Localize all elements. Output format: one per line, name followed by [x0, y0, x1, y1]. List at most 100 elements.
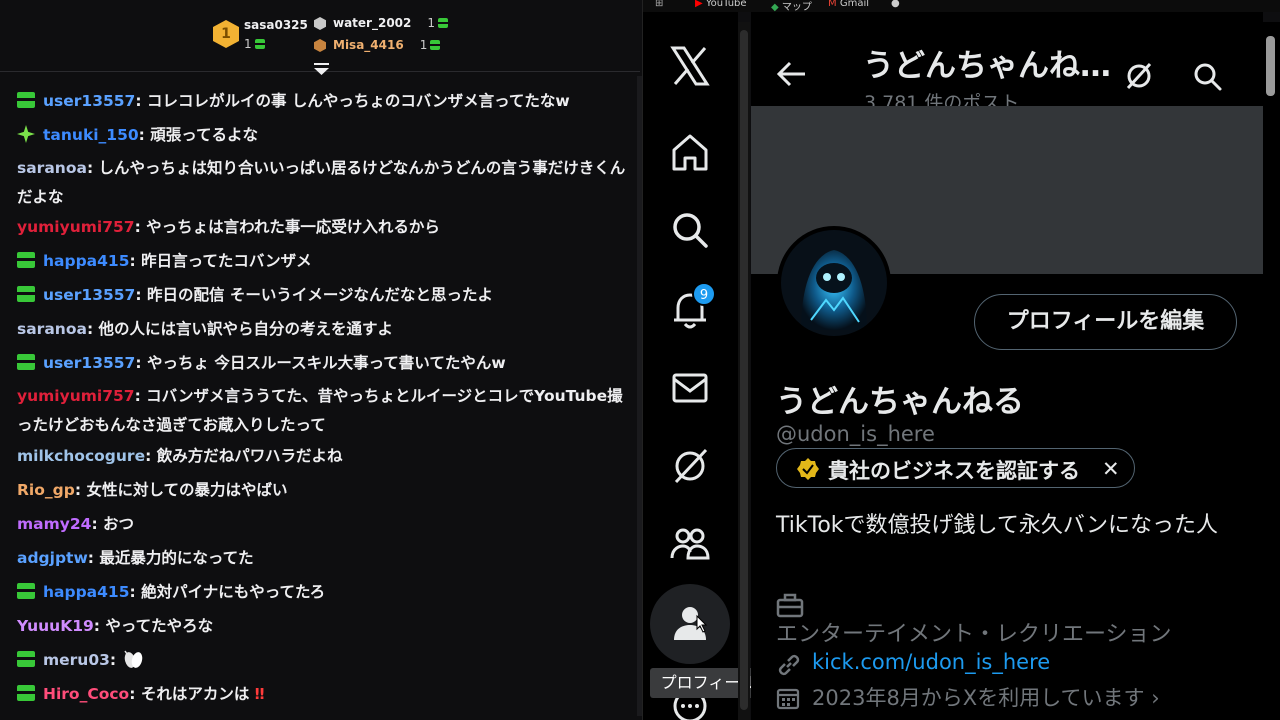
chat-username[interactable]: user13557: [43, 92, 135, 110]
leader-3-count: 1: [419, 38, 428, 52]
main-scrollbar-thumb[interactable]: [1266, 36, 1275, 96]
link-icon: [778, 654, 800, 676]
search-icon[interactable]: [1191, 60, 1223, 92]
joined-date: 2023年8月からXを利用しています ›: [812, 682, 1160, 712]
apps-grid-icon[interactable]: ⊞: [655, 0, 663, 9]
chat-username[interactable]: yumiyumi757: [17, 218, 135, 236]
chat-username[interactable]: user13557: [43, 286, 135, 304]
leader-3: Misa_4416 1: [333, 38, 441, 52]
grok-icon[interactable]: [668, 444, 712, 488]
chat-message: tanuki_150: 頑張ってるよな: [17, 118, 627, 152]
briefcase-icon: [776, 593, 804, 618]
leader-1-count: 1: [244, 37, 252, 51]
hooded-figure-avatar-image: [781, 230, 887, 336]
chat-username[interactable]: mamy24: [17, 515, 91, 533]
chat-text: それはアカンは: [140, 685, 250, 703]
nav-scrollbar-thumb[interactable]: [740, 30, 748, 710]
chat-username[interactable]: milkchocogure: [17, 447, 145, 465]
close-icon[interactable]: ✕: [1102, 457, 1120, 481]
bronze-medal-icon: [314, 39, 326, 52]
header-title: うどんちゃんね…: [863, 48, 1111, 84]
profile-handle: @udon_is_here: [776, 422, 935, 446]
chat-text: やってたやろな: [105, 617, 214, 635]
chat-message: YuuuK19: やってたやろな: [17, 617, 214, 635]
youtube-icon: ▶: [695, 0, 703, 9]
chat-message: Hiro_Coco: それはアカンは ‼: [17, 677, 627, 711]
chat-username[interactable]: YuuuK19: [17, 617, 94, 635]
gift-badge-icon: [17, 651, 35, 667]
joined-date-text: 2023年8月からXを利用しています: [812, 686, 1145, 710]
chat-message: happa415: 昨日言ってたコバンザメ: [17, 244, 627, 278]
nav-scrollbar[interactable]: [738, 22, 750, 720]
calendar-icon: [776, 688, 800, 710]
gift-badge-icon: [17, 92, 35, 108]
bookmarks-bar: ⊞ ▶ YouTube ◆ マップ M Gmail ●: [643, 0, 1280, 13]
chat-username[interactable]: user13557: [43, 354, 135, 372]
gmail-icon: M: [828, 0, 837, 9]
chat-scrollbar[interactable]: [637, 76, 642, 716]
chat-username[interactable]: saranoa: [17, 159, 87, 177]
chat-message: meru03:: [17, 643, 627, 677]
mail-icon[interactable]: [668, 366, 712, 410]
chat-text: 昨日言ってたコバンザメ: [141, 252, 312, 270]
chat-text: コレコレがルイの事 しんやっちょのコバンザメ言ってたなw: [146, 92, 570, 110]
leader-2-count: 1: [427, 16, 436, 30]
profile-icon[interactable]: [668, 602, 712, 646]
chevron-right-icon: ›: [1151, 686, 1160, 710]
profile-category: エンターテイメント・レクリエーション: [776, 622, 1172, 647]
search-icon[interactable]: [668, 208, 712, 252]
chat-message: happa415: 絶対パイナにもやってたろ: [17, 575, 627, 609]
chat-message: mamy24: おつ: [17, 515, 135, 533]
back-arrow-icon[interactable]: [776, 60, 808, 88]
chat-username[interactable]: meru03: [43, 651, 110, 669]
leader-1-count-wrap: 1: [244, 37, 265, 51]
chat-username[interactable]: adgjptw: [17, 549, 88, 567]
grok-icon[interactable]: [1123, 60, 1155, 92]
chat-text: やっちょ 今日スルースキル大事って書いてたやんw: [146, 354, 506, 372]
chat-message: saranoa: しんやっちょは知り合いいっぱい居るけどなんかうどんの言う事だけ…: [17, 159, 626, 206]
chat-message: user13557: 昨日の配信 そーいうイメージなんだなと思ったよ: [17, 278, 627, 312]
leader-2-name: water_2002: [333, 16, 412, 30]
chat-message: yumiyumi757: コバンザメ言ううてた、昔やっちょとルイージとコレでYo…: [17, 387, 623, 434]
chat-username[interactable]: Rio_gp: [17, 481, 75, 499]
gold-medal-icon: 1: [213, 20, 239, 48]
collapse-leaderboard-icon[interactable]: [314, 63, 329, 75]
github-icon[interactable]: ●: [891, 0, 900, 9]
home-icon[interactable]: [668, 130, 712, 174]
gift-leaderboard: 1 sasa0325 1 water_2002 1 Misa_4416 1: [0, 0, 640, 75]
gift-badge-icon: [17, 685, 35, 701]
x-logo-icon[interactable]: [668, 44, 712, 88]
bookmark-gmail[interactable]: M Gmail: [828, 0, 869, 9]
chat-username[interactable]: tanuki_150: [43, 126, 139, 144]
profile-website-link[interactable]: kick.com/udon_is_here: [812, 650, 1050, 674]
gift-badge-icon: [17, 286, 35, 302]
leader-1-name: sasa0325: [244, 18, 308, 32]
edit-profile-button[interactable]: プロフィールを編集: [974, 294, 1237, 350]
chat-username[interactable]: saranoa: [17, 320, 87, 338]
profile-main-column: うどんちゃんね… 3,781 件のポスト プロフィールを編集 うどんちゃんねる …: [751, 12, 1263, 720]
verify-business-button[interactable]: 貴社のビジネスを認証する ✕: [776, 448, 1135, 488]
gold-verified-badge-icon: [797, 458, 819, 480]
bookmark-label: YouTube: [705, 0, 747, 9]
chat-username[interactable]: yumiyumi757: [17, 387, 135, 405]
chat-username[interactable]: happa415: [43, 252, 130, 270]
chat-message: yumiyumi757: やっちょは言われた事一応受け入れるから: [17, 218, 440, 236]
notification-count-badge: 9: [692, 282, 716, 306]
main-scrollbar[interactable]: [1263, 22, 1280, 720]
profile-avatar[interactable]: [777, 226, 891, 340]
gift-badge-icon: [17, 252, 35, 268]
chat-text: 最近暴力的になってた: [99, 549, 254, 567]
profile-header-bar: うどんちゃんね… 3,781 件のポスト: [751, 22, 1263, 116]
communities-icon[interactable]: [668, 522, 712, 566]
gift-icon: [254, 39, 265, 49]
chat-username[interactable]: Hiro_Coco: [43, 685, 129, 703]
chat-message: user13557: やっちょ 今日スルースキル大事って書いてたやんw: [17, 346, 627, 380]
chat-text: 女性に対しての暴力はやばい: [86, 481, 288, 499]
verify-business-label: 貴社のビジネスを認証する: [828, 459, 1080, 483]
chat-text: 他の人には言い訳やら自分の考えを通すよ: [98, 320, 394, 338]
chat-username[interactable]: happa415: [43, 583, 130, 601]
chat-text: 絶対パイナにもやってたろ: [141, 583, 326, 601]
bookmark-youtube[interactable]: ▶ YouTube: [695, 0, 747, 9]
chat-message: Rio_gp: 女性に対しての暴力はやばい: [17, 481, 288, 499]
gift-icon: [430, 40, 441, 50]
